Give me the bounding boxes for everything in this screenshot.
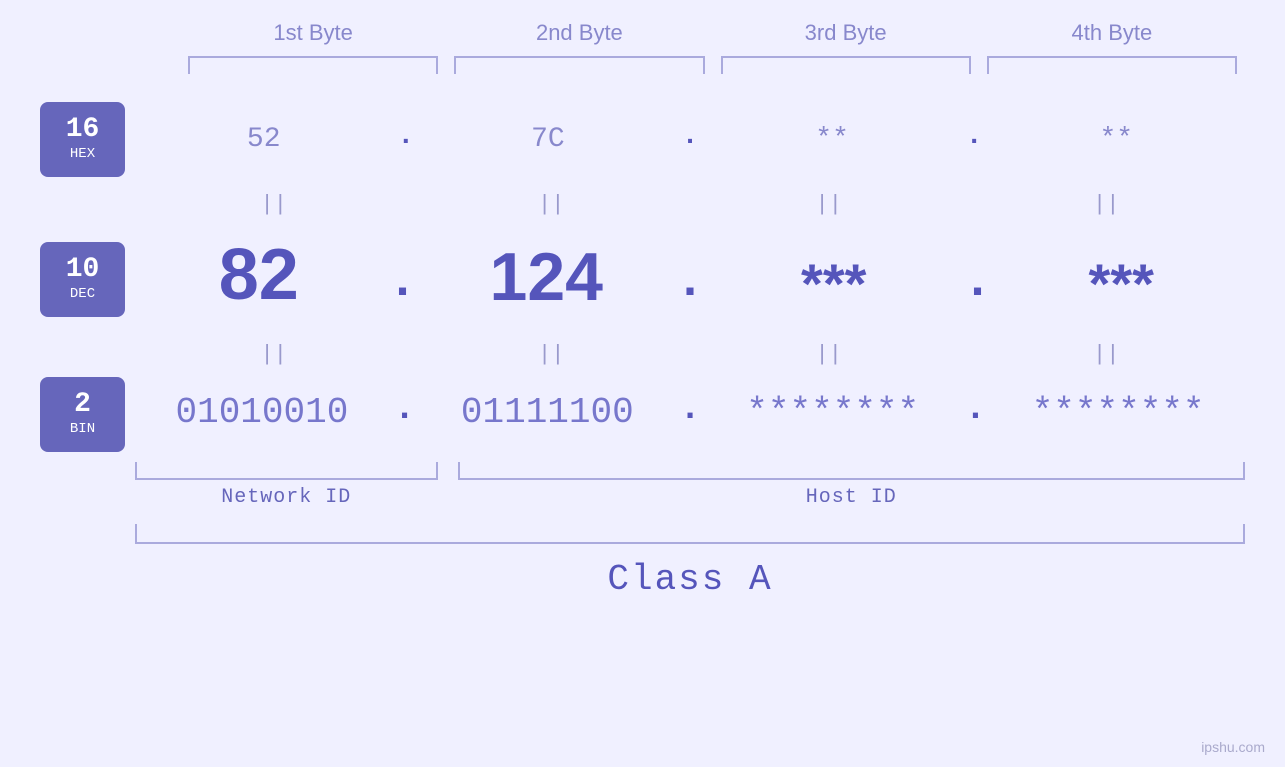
hex-b3: ** (703, 124, 960, 155)
byte3-header: 3rd Byte (713, 20, 979, 46)
hex-row: 16 HEX 52 . 7C . ** . ** (40, 94, 1245, 184)
dec-b2: 124 (423, 238, 670, 316)
bin-base-number: 2 (74, 391, 91, 419)
full-bottom-bracket (135, 524, 1245, 544)
eq1-b2: || (413, 192, 691, 217)
sub-brackets: Network ID Host ID (40, 462, 1245, 509)
dec-badge: 10 DEC (40, 242, 125, 317)
bracket-byte3 (721, 56, 971, 74)
dec-values: 82 . 124 . *** . *** (135, 234, 1245, 324)
bin-dot3: . (960, 391, 992, 433)
equals-row-1: || || || || (40, 184, 1245, 224)
bracket-byte4 (987, 56, 1237, 74)
dec-dot3: . (957, 258, 997, 316)
top-brackets (40, 56, 1245, 74)
network-bracket-line (135, 462, 438, 480)
bin-row: 2 BIN 01010010 . 01111100 . ******** . *… (40, 374, 1245, 454)
bracket-byte1 (188, 56, 438, 74)
hex-badge: 16 HEX (40, 102, 125, 177)
network-id-label: Network ID (135, 486, 438, 509)
hex-dot2: . (677, 123, 704, 155)
host-id-bracket: Host ID (458, 462, 1246, 509)
bin-base-label: BIN (70, 421, 95, 437)
eq2-b2: || (413, 342, 691, 367)
bin-values: 01010010 . 01111100 . ******** . *******… (135, 391, 1245, 438)
hex-values: 52 . 7C . ** . ** (135, 123, 1245, 155)
bin-b1: 01010010 (135, 392, 389, 433)
eq1-b4: || (968, 192, 1246, 217)
byte4-header: 4th Byte (979, 20, 1245, 46)
host-id-label: Host ID (458, 486, 1246, 509)
byte-headers: 1st Byte 2nd Byte 3rd Byte 4th Byte (40, 20, 1245, 46)
bin-b3: ******** (706, 392, 960, 433)
host-bracket-line (458, 462, 1246, 480)
bin-dot2: . (674, 391, 706, 433)
bin-b4: ******** (991, 392, 1245, 433)
eq1-b3: || (690, 192, 968, 217)
equals-row-2: || || || || (40, 334, 1245, 374)
bracket-byte2 (454, 56, 704, 74)
eq1-b1: || (135, 192, 413, 217)
bin-dot1: . (389, 391, 421, 433)
main-container: 1st Byte 2nd Byte 3rd Byte 4th Byte 16 H… (0, 0, 1285, 767)
hex-dot3: . (961, 123, 988, 155)
dec-b3: *** (710, 251, 957, 316)
eq2-b1: || (135, 342, 413, 367)
network-id-bracket: Network ID (135, 462, 438, 509)
dec-b4: *** (998, 251, 1245, 316)
hex-dot1: . (392, 123, 419, 155)
bottom-section: Class A (40, 524, 1245, 600)
hex-b2: 7C (419, 124, 676, 155)
byte1-header: 1st Byte (180, 20, 446, 46)
hex-base-label: HEX (70, 146, 95, 162)
eq2-b4: || (968, 342, 1246, 367)
dec-row: 10 DEC 82 . 124 . *** . *** (40, 224, 1245, 334)
dec-base-number: 10 (66, 256, 100, 284)
class-label: Class A (135, 559, 1245, 600)
dec-dot2: . (670, 258, 710, 316)
bracket-gap (438, 462, 458, 509)
watermark: ipshu.com (1201, 739, 1265, 755)
hex-b4: ** (988, 124, 1245, 155)
bin-badge: 2 BIN (40, 377, 125, 452)
bin-b2: 01111100 (420, 392, 674, 433)
hex-base-number: 16 (66, 116, 100, 144)
dec-b1: 82 (135, 234, 382, 316)
eq2-b3: || (690, 342, 968, 367)
byte2-header: 2nd Byte (446, 20, 712, 46)
hex-b1: 52 (135, 124, 392, 155)
dec-dot1: . (382, 258, 422, 316)
dec-base-label: DEC (70, 286, 95, 302)
